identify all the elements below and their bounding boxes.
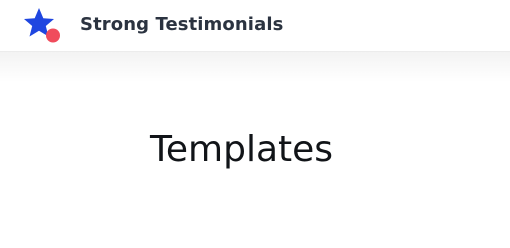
brand-name: Strong Testimonials [80, 13, 284, 35]
brand-link[interactable]: Strong Testimonials [22, 4, 283, 44]
main-content: Templates [0, 82, 510, 248]
app-window: Strong Testimonials Templates [0, 0, 510, 248]
logo-dot [46, 28, 60, 43]
star-logo-icon [24, 8, 60, 43]
header-shadow [0, 52, 510, 82]
top-bar: Strong Testimonials [0, 0, 510, 52]
page-title: Templates [150, 129, 334, 170]
